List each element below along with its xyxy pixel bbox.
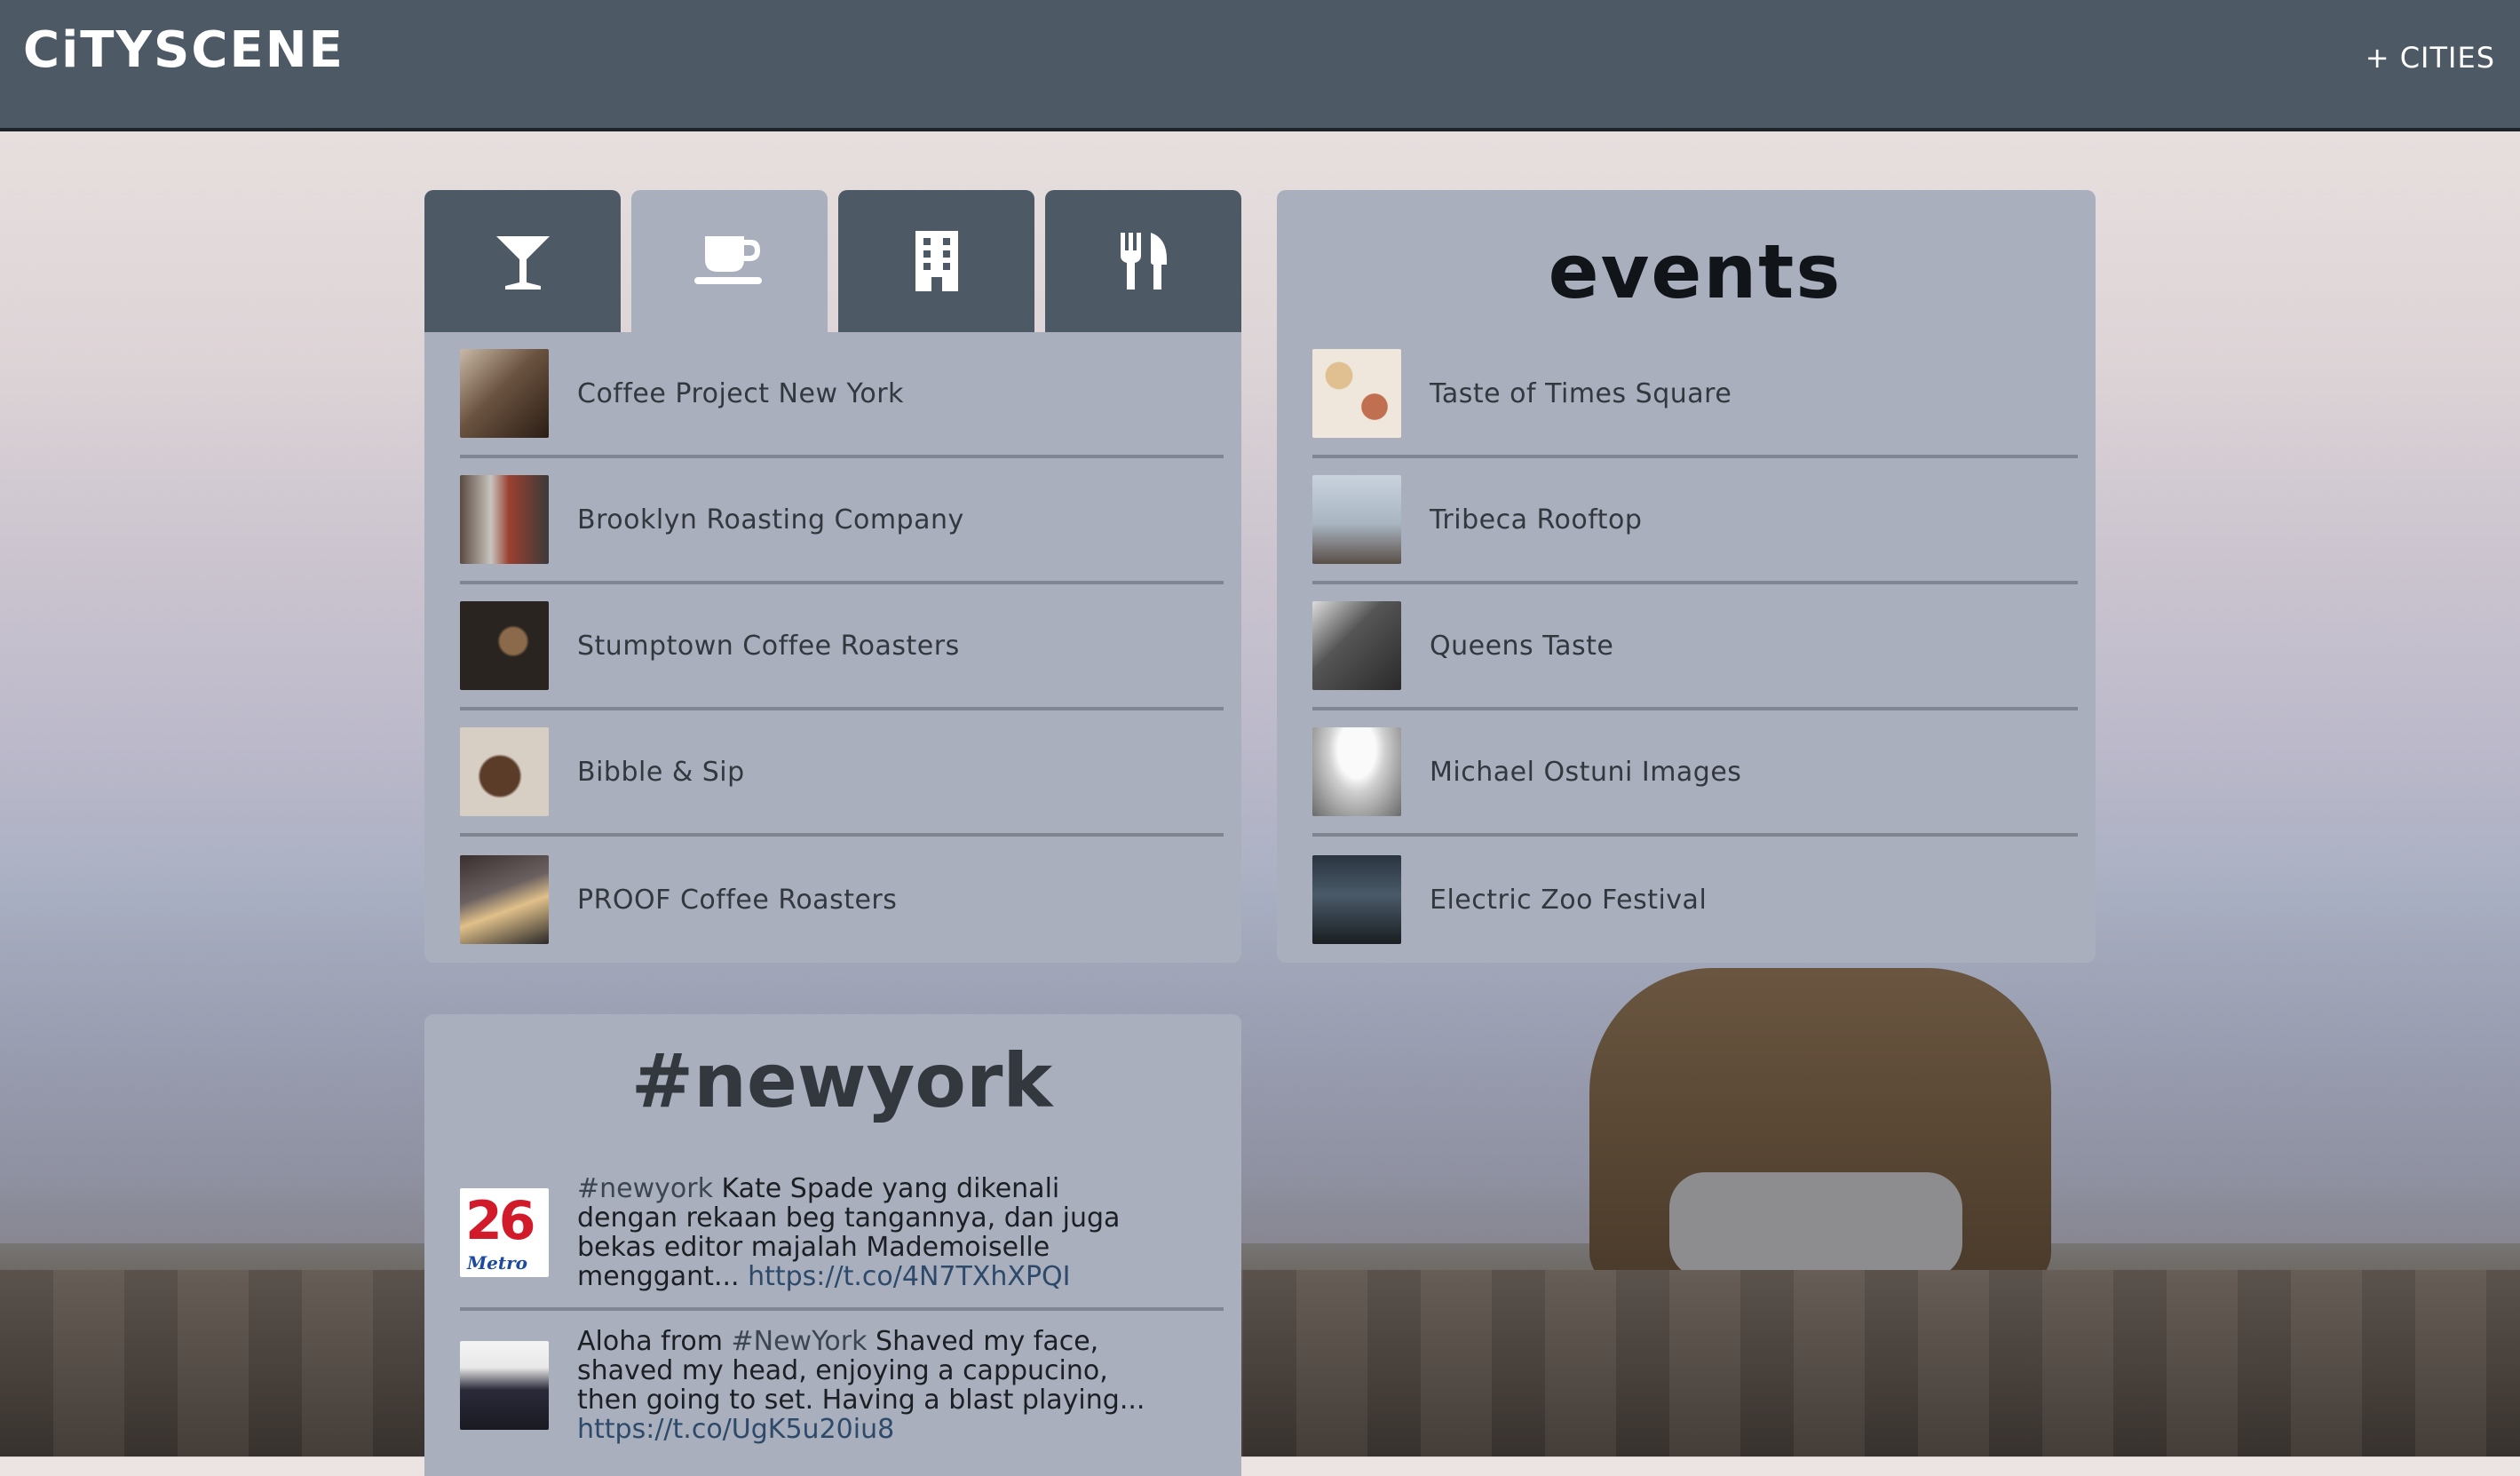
event-name: Electric Zoo Festival [1430,884,1708,916]
tab-coffee[interactable] [631,190,828,332]
event-name: Tribeca Rooftop [1430,504,1643,536]
background-stone-wall [0,1270,2520,1456]
event-name: Taste of Times Square [1430,377,1732,409]
building-icon [915,231,958,291]
hashtag-panel: #newyork 26 Metro #newyork Kate Spade ya… [424,1014,1241,1476]
list-item[interactable]: Brooklyn Roasting Company [460,458,1224,584]
place-thumbnail [460,349,549,438]
coffee-cup-icon [693,236,762,284]
cities-link[interactable]: + CITIES [2365,41,2495,75]
category-tabs [424,190,1241,332]
tab-buildings[interactable] [838,190,1034,332]
places-list: Coffee Project New York Brooklyn Roastin… [424,332,1241,963]
list-item[interactable]: Stumptown Coffee Roasters [460,584,1224,710]
list-item[interactable]: Taste of Times Square [1312,332,2078,458]
events-panel: events Taste of Times Square Tribeca Roo… [1277,190,2096,963]
place-name: PROOF Coffee Roasters [577,884,898,916]
place-name: Stumptown Coffee Roasters [577,630,960,662]
tweet-avatar [460,1341,549,1430]
place-thumbnail [460,855,549,944]
place-thumbnail [460,601,549,690]
brand-logo[interactable]: CiTYSCENE [23,21,345,79]
event-thumbnail [1312,475,1401,564]
background-skyline [0,782,2520,1243]
background-person [1589,968,2051,1288]
fork-knife-icon [1120,233,1167,290]
list-item[interactable]: PROOF Coffee Roasters [460,837,1224,963]
tweet-hashtag[interactable]: #NewYork [732,1326,868,1357]
event-name: Queens Taste [1430,630,1614,662]
background-person-legs [1669,1172,1962,1279]
place-thumbnail [460,727,549,816]
list-item[interactable]: Michael Ostuni Images [1312,710,2078,837]
tweet-text: #newyork Kate Spade yang dikenali dengan… [577,1174,1163,1291]
places-panel: Coffee Project New York Brooklyn Roastin… [424,190,1241,963]
tweet-avatar: 26 Metro [460,1188,549,1277]
event-thumbnail [1312,855,1401,944]
event-thumbnail [1312,727,1401,816]
event-name: Michael Ostuni Images [1430,756,1742,788]
list-item[interactable]: Electric Zoo Festival [1312,837,2078,963]
list-item[interactable]: Bibble & Sip [460,710,1224,837]
tweet-text: Aloha from #NewYork Shaved my face, shav… [577,1327,1163,1444]
tweet-link[interactable]: https://t.co/4N7TXhXPQI [748,1261,1070,1292]
place-name: Brooklyn Roasting Company [577,504,964,536]
events-title: events [1548,228,1842,315]
tweet-item: Aloha from #NewYork Shaved my face, shav… [460,1327,1224,1460]
place-thumbnail [460,475,549,564]
tweet-hashtag[interactable]: #newyork [577,1173,713,1204]
tab-bars[interactable] [424,190,621,332]
place-name: Coffee Project New York [577,377,904,409]
avatar-caption: Metro [467,1252,527,1274]
tab-restaurants[interactable] [1045,190,1241,332]
tweet-pre-text: Aloha from [577,1326,732,1357]
tweet-link[interactable]: https://t.co/UgK5u20iu8 [577,1414,894,1445]
list-item[interactable]: Tribeca Rooftop [1312,458,2078,584]
hashtag-title: #newyork [630,1037,1053,1124]
avatar-number: 26 [465,1190,535,1252]
tweet-item: 26 Metro #newyork Kate Spade yang dikena… [460,1174,1224,1311]
cocktail-icon [495,236,550,290]
list-item[interactable]: Coffee Project New York [460,332,1224,458]
place-name: Bibble & Sip [577,756,745,788]
top-bar: CiTYSCENE + CITIES [0,0,2520,131]
event-thumbnail [1312,601,1401,690]
event-thumbnail [1312,349,1401,438]
list-item[interactable]: Queens Taste [1312,584,2078,710]
